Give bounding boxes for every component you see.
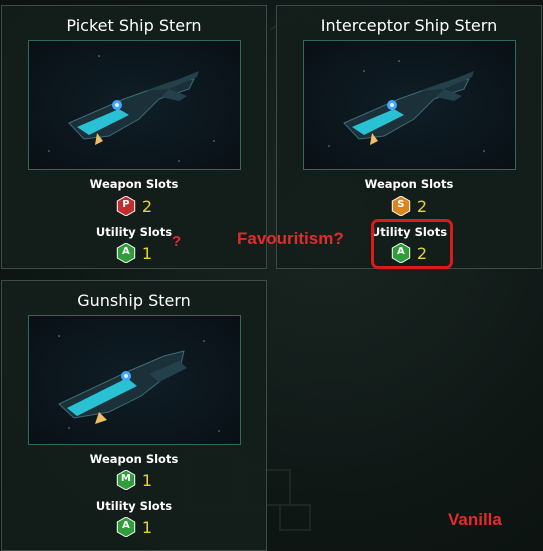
weapon-slots-row: P 2 <box>2 196 266 216</box>
utility-slot-a-icon: A <box>116 243 136 263</box>
card-picket-ship-stern[interactable]: Picket Ship Stern Weapon Slots P 2 Utili… <box>1 5 267 269</box>
weapon-slot-m-icon: M <box>116 470 136 490</box>
vanilla-annotation: Vanilla <box>448 510 502 529</box>
weapon-slot-count: 2 <box>141 196 153 216</box>
question-mark-annotation: ? <box>172 233 182 250</box>
ship-preview <box>28 315 241 445</box>
weapon-slots-row: S 2 <box>277 196 541 216</box>
utility-slot-count: 1 <box>141 243 153 263</box>
utility-slots-label: Utility Slots <box>95 499 173 513</box>
weapon-slots-row: M 1 <box>2 470 266 490</box>
card-title: Interceptor Ship Stern <box>320 16 498 35</box>
ship-preview <box>303 40 516 170</box>
card-title: Picket Ship Stern <box>66 16 202 35</box>
weapon-slots-label: Weapon Slots <box>89 452 179 466</box>
weapon-slot-count: 2 <box>416 196 428 216</box>
weapon-slots-label: Weapon Slots <box>89 177 179 191</box>
utility-slot-a-icon: A <box>116 517 136 537</box>
utility-slots-highlight-box <box>371 219 453 269</box>
utility-slots-label: Utility Slots <box>95 225 173 239</box>
weapon-slot-s-icon: S <box>391 196 411 216</box>
card-gunship-stern[interactable]: Gunship Stern Weapon Slots M 1 Utility S… <box>1 280 267 551</box>
card-title: Gunship Stern <box>77 291 191 310</box>
favouritism-annotation: Favouritism? <box>237 229 344 248</box>
weapon-slot-p-icon: P <box>116 196 136 216</box>
weapon-slot-count: 1 <box>141 470 153 490</box>
ship-model-image <box>328 60 485 152</box>
utility-slots-row: A 1 <box>2 517 266 537</box>
ship-preview <box>28 40 241 170</box>
ship-model-image <box>48 55 215 162</box>
utility-slots-row: A 1 <box>2 243 266 263</box>
utility-slot-count: 1 <box>141 517 153 537</box>
ship-model-image <box>58 335 220 432</box>
weapon-slots-label: Weapon Slots <box>364 177 454 191</box>
